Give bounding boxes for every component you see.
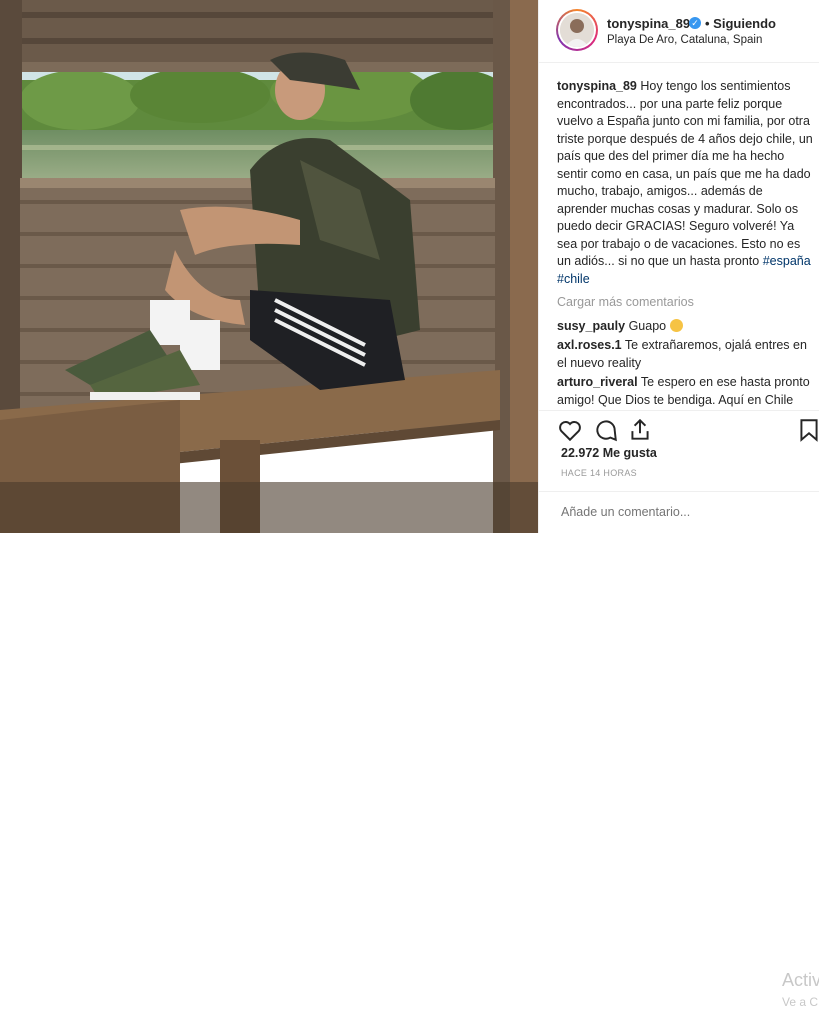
avatar[interactable] (556, 9, 598, 51)
comment-username[interactable]: arturo_riveral (557, 375, 638, 389)
activation-watermark: Activ (782, 970, 819, 990)
caption: tonyspina_89 Hoy tengo los sentimientos … (557, 78, 815, 288)
action-bar (539, 410, 819, 445)
post-sidebar: tonyspina_89 ✓ • Siguiendo Playa De Aro,… (538, 0, 819, 1009)
post-image (0, 0, 538, 533)
heart-icon[interactable] (557, 417, 583, 443)
location-link[interactable]: Playa De Aro, Cataluna, Spain (607, 34, 762, 46)
post-timestamp: HACE 14 HORAS (561, 468, 637, 478)
activation-watermark-sub: Ve a C (782, 995, 819, 1009)
comment-item: arturo_riveral Te espero en ese hasta pr… (557, 374, 815, 408)
username-link[interactable]: tonyspina_89 (607, 16, 690, 31)
like-count[interactable]: 22.972 Me gusta (561, 446, 657, 460)
follow-status-button[interactable]: • Siguiendo (705, 16, 776, 31)
comment-text: Guapo (628, 318, 667, 333)
comment-item: susy_pauly Guapo (557, 318, 815, 336)
comment-input[interactable] (561, 505, 761, 519)
verified-icon: ✓ (689, 17, 701, 29)
comment-icon[interactable] (593, 417, 619, 443)
comment-username[interactable]: axl.roses.1 (557, 338, 622, 352)
add-comment-bar: Activ Ve a C (539, 491, 819, 1009)
comment-username[interactable]: susy_pauly (557, 319, 625, 333)
comment-item: axl.roses.1 Te extrañaremos, ojalá entre… (557, 337, 815, 372)
heart-eyes-emoji (669, 318, 683, 332)
post-photo[interactable] (0, 0, 538, 533)
caption-username[interactable]: tonyspina_89 (557, 79, 637, 93)
bookmark-icon[interactable] (796, 417, 819, 443)
comments-feed: tonyspina_89 Hoy tengo los sentimientos … (557, 78, 815, 408)
caption-text: Hoy tengo los sentimientos encontrados..… (557, 79, 813, 268)
load-more-comments[interactable]: Cargar más comentarios (557, 294, 815, 312)
post-header: tonyspina_89 ✓ • Siguiendo Playa De Aro,… (539, 0, 819, 63)
share-icon[interactable] (627, 417, 653, 443)
